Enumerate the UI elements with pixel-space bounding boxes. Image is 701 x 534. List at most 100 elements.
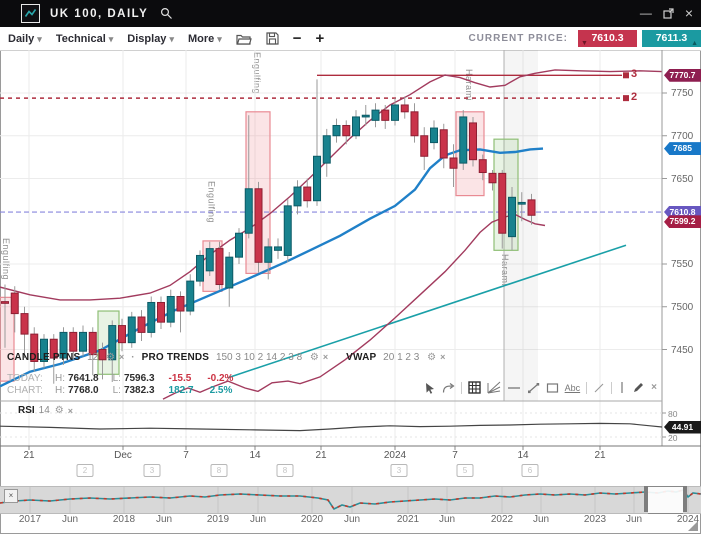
open-folder-icon[interactable] bbox=[236, 33, 252, 45]
gear-icon[interactable] bbox=[106, 352, 115, 363]
close-icon[interactable] bbox=[323, 352, 328, 362]
gear-icon[interactable] bbox=[427, 352, 436, 363]
close-button[interactable]: × bbox=[685, 0, 693, 27]
candle bbox=[216, 249, 223, 285]
pencil-tool-icon[interactable] bbox=[632, 381, 645, 394]
close-icon[interactable] bbox=[119, 352, 124, 362]
menu-more[interactable]: More bbox=[188, 33, 222, 45]
row-label: TODAY: bbox=[7, 373, 55, 384]
candle bbox=[2, 302, 9, 304]
candle bbox=[353, 117, 360, 136]
low-label: L: bbox=[113, 373, 121, 384]
price-tick-label: 7500 bbox=[671, 302, 693, 313]
menu-display[interactable]: Display bbox=[127, 33, 174, 45]
candle bbox=[11, 293, 18, 314]
low-value: 7382.3 bbox=[124, 385, 155, 396]
drawing-toolbar: Abc × bbox=[424, 379, 657, 396]
candle bbox=[411, 112, 418, 136]
event-badge[interactable]: 8 bbox=[277, 464, 294, 477]
event-badge[interactable]: 3 bbox=[144, 464, 161, 477]
x-tick-label: 7 bbox=[183, 450, 189, 461]
candle bbox=[70, 332, 77, 351]
event-badge[interactable]: 3 bbox=[391, 464, 408, 477]
trend-line-tool-icon[interactable] bbox=[527, 382, 540, 394]
level-marker bbox=[623, 95, 629, 101]
diagonal-line-tool-icon[interactable] bbox=[593, 382, 605, 394]
menu-technical[interactable]: Technical bbox=[56, 33, 113, 45]
candle bbox=[245, 189, 252, 233]
pattern-box bbox=[494, 139, 518, 250]
arrow-up-icon: ▲ bbox=[691, 35, 698, 52]
candle bbox=[304, 187, 311, 201]
event-badge[interactable]: 5 bbox=[457, 464, 474, 477]
sell-price-badge[interactable]: ▼7610.3 bbox=[578, 30, 637, 47]
candle bbox=[421, 136, 428, 157]
popout-button[interactable] bbox=[662, 7, 675, 20]
year-label: Jun bbox=[250, 514, 266, 525]
timeline-close-icon[interactable]: × bbox=[4, 489, 18, 503]
vertical-line-tool-icon[interactable] bbox=[618, 381, 626, 394]
candle bbox=[362, 115, 369, 117]
today-stats-row: TODAY: H:7641.8 L:7596.3 -15.5 -0.2% bbox=[7, 373, 249, 384]
event-badge[interactable]: 8 bbox=[211, 464, 228, 477]
x-tick-label: 21 bbox=[594, 450, 605, 461]
fan-lines-tool-icon[interactable] bbox=[487, 381, 501, 394]
search-icon[interactable] bbox=[160, 7, 173, 20]
timeline-handle-right[interactable] bbox=[683, 486, 687, 512]
candle bbox=[158, 302, 165, 322]
level-label: 2 bbox=[631, 91, 637, 103]
chevron-down-icon bbox=[166, 33, 174, 45]
separator bbox=[461, 382, 462, 394]
grid-tool-icon-active[interactable] bbox=[468, 381, 481, 394]
close-icon[interactable] bbox=[440, 352, 445, 362]
price-tick-label: 7750 bbox=[671, 88, 693, 99]
price-tag: 7685 bbox=[664, 142, 701, 155]
rsi-tick-label: 20 bbox=[668, 433, 677, 443]
candle bbox=[148, 302, 155, 332]
candle bbox=[343, 125, 350, 135]
close-icon[interactable] bbox=[68, 406, 73, 416]
arrow-down-icon: ▼ bbox=[581, 35, 588, 52]
chevron-down-icon bbox=[214, 33, 222, 45]
candle bbox=[440, 130, 447, 158]
minimize-button[interactable]: — bbox=[640, 0, 652, 27]
timeline-handle-left[interactable] bbox=[644, 486, 648, 512]
candle bbox=[167, 296, 174, 322]
horizontal-line-tool-icon[interactable] bbox=[507, 382, 521, 394]
menu-timeframe[interactable]: Daily bbox=[8, 33, 42, 45]
year-label: 2020 bbox=[301, 514, 323, 525]
candle bbox=[460, 117, 467, 163]
price-tick-label: 7650 bbox=[671, 174, 693, 185]
timeline-selection[interactable] bbox=[648, 486, 683, 514]
change-pct: -0.2% bbox=[207, 373, 233, 384]
gear-icon[interactable] bbox=[310, 352, 319, 363]
close-toolbar-icon[interactable]: × bbox=[651, 382, 657, 393]
text-tool-icon[interactable]: Abc bbox=[565, 383, 581, 393]
window-controls: — × bbox=[640, 0, 693, 27]
candle bbox=[284, 206, 291, 256]
rectangle-tool-icon[interactable] bbox=[546, 382, 559, 394]
event-badge[interactable]: 6 bbox=[522, 464, 539, 477]
candle bbox=[314, 156, 321, 200]
indicator-params: 20 1 2 3 bbox=[383, 352, 419, 363]
elbow-arrow-tool-icon[interactable] bbox=[442, 382, 455, 394]
current-price-label: CURRENT PRICE: bbox=[468, 33, 568, 44]
candle bbox=[479, 160, 486, 173]
candle bbox=[499, 173, 506, 233]
candle bbox=[382, 110, 389, 120]
zoom-in-button[interactable]: + bbox=[316, 29, 325, 49]
cursor-tool-icon[interactable] bbox=[424, 382, 436, 394]
timeline-navigator[interactable]: × bbox=[0, 486, 701, 514]
resize-handle-icon[interactable] bbox=[688, 521, 698, 531]
zoom-out-button[interactable]: − bbox=[293, 29, 302, 49]
year-label: Jun bbox=[439, 514, 455, 525]
buy-price-badge[interactable]: 7611.3▲ bbox=[642, 30, 701, 47]
price-tag: 7770.7 bbox=[664, 69, 701, 82]
pattern-box bbox=[0, 297, 14, 381]
gear-icon[interactable] bbox=[55, 405, 64, 416]
slow-ma-line bbox=[163, 214, 545, 399]
app-logo-icon bbox=[21, 4, 40, 23]
event-badge[interactable]: 2 bbox=[77, 464, 94, 477]
candle bbox=[401, 105, 408, 112]
save-icon[interactable] bbox=[266, 32, 279, 45]
